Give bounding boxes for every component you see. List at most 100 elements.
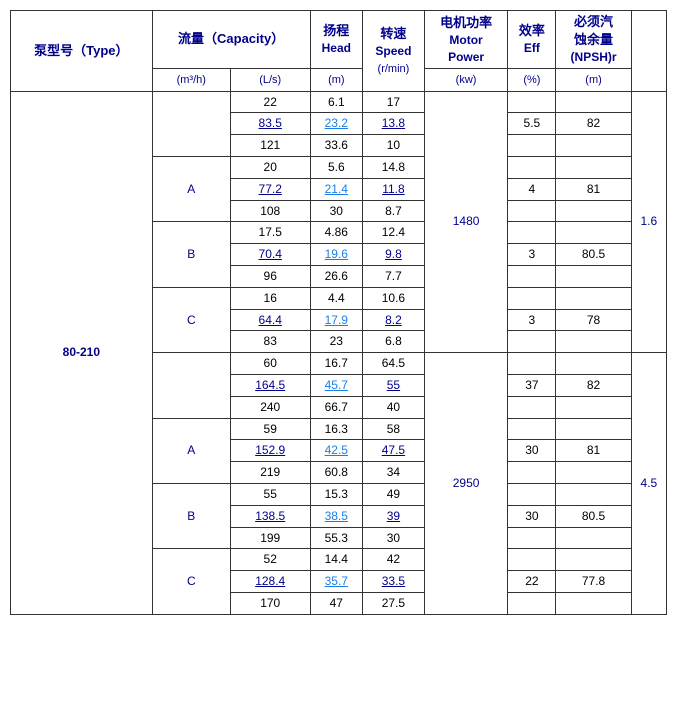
motor-power-empty2 [508,527,556,549]
flow-ls: 30 [310,200,363,222]
eff-empty2 [556,462,631,484]
flow-ls: 19.6 [310,244,363,266]
eff-cell: 78 [556,309,631,331]
head-cell: 64.5 [363,353,425,375]
flow-m3h: 20 [230,156,310,178]
head-cell: 17 [363,91,425,113]
flow-ls: 33.6 [310,135,363,157]
flow-m3h: 59 [230,418,310,440]
speed-cell: 1480 [424,91,508,353]
head-cell: 40 [363,396,425,418]
head-cell: 7.7 [363,265,425,287]
head-cell: 49 [363,483,425,505]
head-cell: 14.8 [363,156,425,178]
variant-cell: B [152,222,230,287]
flow-ls: 42.5 [310,440,363,462]
eff-empty [556,91,631,113]
flow-ls: 15.3 [310,483,363,505]
header-pump-type: 泵型号（Type） [11,11,153,92]
variant-cell: B [152,483,230,548]
eff-empty [556,353,631,375]
flow-m3h: 70.4 [230,244,310,266]
flow-m3h: 55 [230,483,310,505]
header-motor-unit: (kw) [424,69,508,91]
header-npsh-unit: (m) [556,69,631,91]
head-cell: 10.6 [363,287,425,309]
eff-cell: 82 [556,374,631,396]
head-cell: 6.8 [363,331,425,353]
flow-ls: 47 [310,592,363,614]
motor-power-empty2 [508,200,556,222]
eff-empty [556,156,631,178]
eff-cell: 81 [556,440,631,462]
variant-cell [152,91,230,156]
motor-power-empty2 [508,396,556,418]
eff-empty2 [556,396,631,418]
pump-type-cell: 80-210 [11,91,153,614]
flow-ls: 5.6 [310,156,363,178]
header-motor-power: 电机功率 Motor Power [424,11,508,69]
head-cell: 13.8 [363,113,425,135]
head-cell: 8.2 [363,309,425,331]
head-cell: 47.5 [363,440,425,462]
flow-ls: 38.5 [310,505,363,527]
eff-empty [556,418,631,440]
eff-empty2 [556,592,631,614]
npsh-cell: 1.6 [631,91,666,353]
eff-empty [556,549,631,571]
speed-cell: 2950 [424,353,508,615]
variant-cell: C [152,549,230,614]
eff-empty [556,287,631,309]
flow-m3h: 219 [230,462,310,484]
flow-ls: 14.4 [310,549,363,571]
motor-power-empty [508,483,556,505]
header-flow-m3h: (m³/h) [152,69,230,91]
flow-ls: 6.1 [310,91,363,113]
head-cell: 30 [363,527,425,549]
motor-power-empty [508,418,556,440]
eff-empty2 [556,200,631,222]
flow-m3h: 128.4 [230,571,310,593]
flow-m3h: 199 [230,527,310,549]
flow-m3h: 121 [230,135,310,157]
flow-ls: 26.6 [310,265,363,287]
variant-cell: A [152,418,230,483]
motor-power-empty2 [508,135,556,157]
flow-ls: 16.3 [310,418,363,440]
flow-ls: 60.8 [310,462,363,484]
head-cell: 12.4 [363,222,425,244]
eff-empty [556,222,631,244]
eff-empty2 [556,527,631,549]
head-cell: 42 [363,549,425,571]
flow-m3h: 96 [230,265,310,287]
motor-power-cell: 3 [508,244,556,266]
flow-ls: 23.2 [310,113,363,135]
header-head-unit: (m) [310,69,363,91]
flow-m3h: 170 [230,592,310,614]
head-cell: 39 [363,505,425,527]
header-head: 扬程 Head [310,11,363,69]
head-cell: 10 [363,135,425,157]
motor-power-cell: 4 [508,178,556,200]
motor-power-empty [508,222,556,244]
head-cell: 34 [363,462,425,484]
header-eff: 效率 Eff [508,11,556,69]
npsh-cell: 4.5 [631,353,666,615]
variant-cell: C [152,287,230,352]
motor-power-cell: 37 [508,374,556,396]
variant-cell: A [152,156,230,221]
motor-power-empty [508,287,556,309]
header-speed: 转速 Speed (r/min) [363,11,425,92]
flow-ls: 4.86 [310,222,363,244]
motor-power-cell: 30 [508,505,556,527]
motor-power-empty2 [508,592,556,614]
motor-power-cell: 3 [508,309,556,331]
flow-m3h: 16 [230,287,310,309]
flow-m3h: 17.5 [230,222,310,244]
head-cell: 8.7 [363,200,425,222]
pump-data-table: 泵型号（Type） 流量（Capacity） 扬程 Head 转速 Speed … [10,10,667,615]
head-cell: 11.8 [363,178,425,200]
flow-m3h: 240 [230,396,310,418]
eff-empty2 [556,331,631,353]
motor-power-empty2 [508,265,556,287]
